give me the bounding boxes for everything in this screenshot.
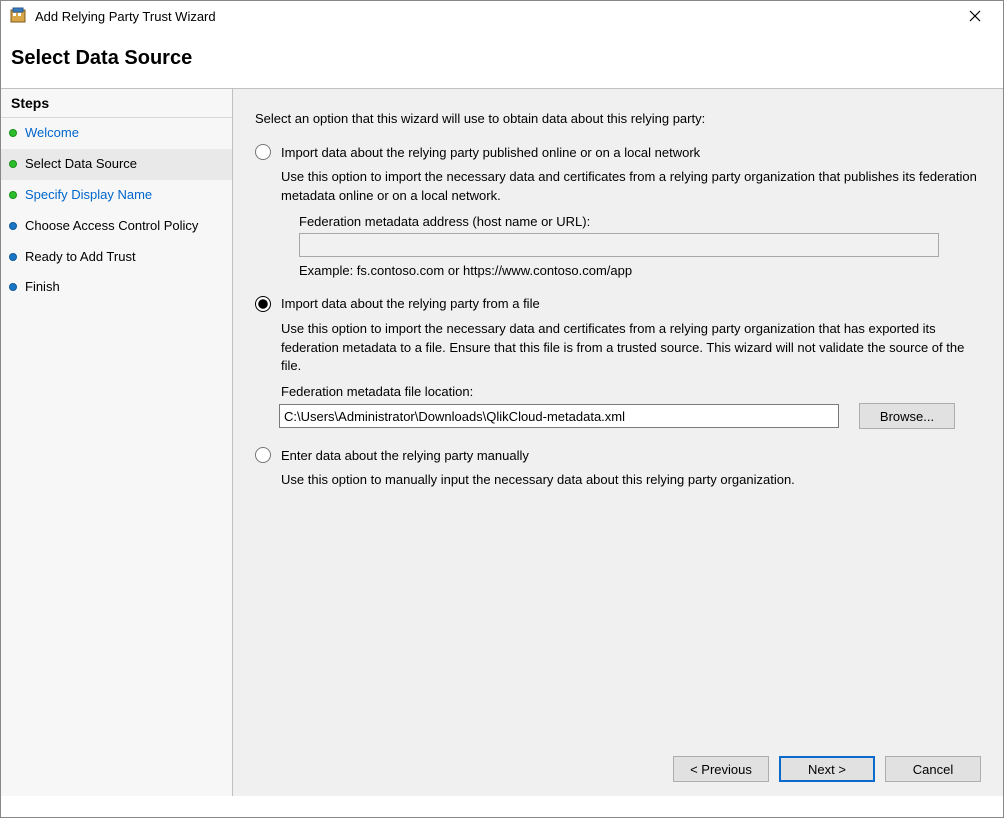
bullet-icon [9, 129, 17, 137]
metadata-file-input[interactable] [279, 404, 839, 428]
next-button[interactable]: Next > [779, 756, 875, 782]
metadata-url-input[interactable] [299, 233, 939, 257]
option-import-file: Import data about the relying party from… [255, 296, 981, 430]
instruction-text: Select an option that this wizard will u… [255, 111, 981, 126]
bullet-icon [9, 253, 17, 261]
main-panel: Select an option that this wizard will u… [233, 89, 1003, 796]
content-area: Steps Welcome Select Data Source Specify… [1, 88, 1003, 796]
bullet-icon [9, 191, 17, 199]
option-desc: Use this option to import the necessary … [281, 320, 981, 377]
step-link[interactable]: Welcome [25, 125, 79, 140]
step-select-data-source[interactable]: Select Data Source [1, 149, 232, 180]
step-welcome[interactable]: Welcome [1, 118, 232, 149]
step-choose-access-control-policy[interactable]: Choose Access Control Policy [1, 211, 232, 242]
close-button[interactable] [955, 2, 995, 30]
radio-import-online[interactable] [255, 144, 271, 160]
bullet-icon [9, 283, 17, 291]
cancel-button[interactable]: Cancel [885, 756, 981, 782]
previous-button[interactable]: < Previous [673, 756, 769, 782]
browse-button[interactable]: Browse... [859, 403, 955, 429]
app-icon [9, 6, 29, 26]
step-link[interactable]: Specify Display Name [25, 187, 152, 202]
bullet-icon [9, 222, 17, 230]
option-import-online: Import data about the relying party publ… [255, 144, 981, 278]
step-label: Finish [25, 279, 60, 294]
step-label: Ready to Add Trust [25, 249, 136, 264]
step-label: Select Data Source [25, 156, 137, 171]
option-desc: Use this option to manually input the ne… [281, 471, 981, 490]
bullet-icon [9, 160, 17, 168]
page-heading: Select Data Source [11, 47, 993, 70]
option-label: Enter data about the relying party manua… [281, 448, 529, 463]
field-label: Federation metadata file location: [281, 384, 981, 399]
radio-manual[interactable] [255, 447, 271, 463]
button-bar: < Previous Next > Cancel [255, 742, 981, 796]
steps-header: Steps [1, 89, 232, 118]
step-label: Choose Access Control Policy [25, 218, 198, 233]
step-specify-display-name[interactable]: Specify Display Name [1, 180, 232, 211]
step-finish[interactable]: Finish [1, 272, 232, 303]
field-label: Federation metadata address (host name o… [299, 214, 981, 229]
title-bar: Add Relying Party Trust Wizard [1, 1, 1003, 31]
steps-list: Welcome Select Data Source Specify Displ… [1, 118, 232, 303]
radio-import-file[interactable] [255, 296, 271, 312]
step-ready-to-add-trust[interactable]: Ready to Add Trust [1, 242, 232, 273]
sidebar: Steps Welcome Select Data Source Specify… [1, 89, 233, 796]
option-label: Import data about the relying party from… [281, 296, 540, 311]
option-manual: Enter data about the relying party manua… [255, 447, 981, 498]
example-hint: Example: fs.contoso.com or https://www.c… [299, 263, 981, 278]
window-title: Add Relying Party Trust Wizard [35, 9, 216, 24]
option-label: Import data about the relying party publ… [281, 145, 700, 160]
heading-row: Select Data Source [1, 31, 1003, 88]
option-desc: Use this option to import the necessary … [281, 168, 981, 206]
